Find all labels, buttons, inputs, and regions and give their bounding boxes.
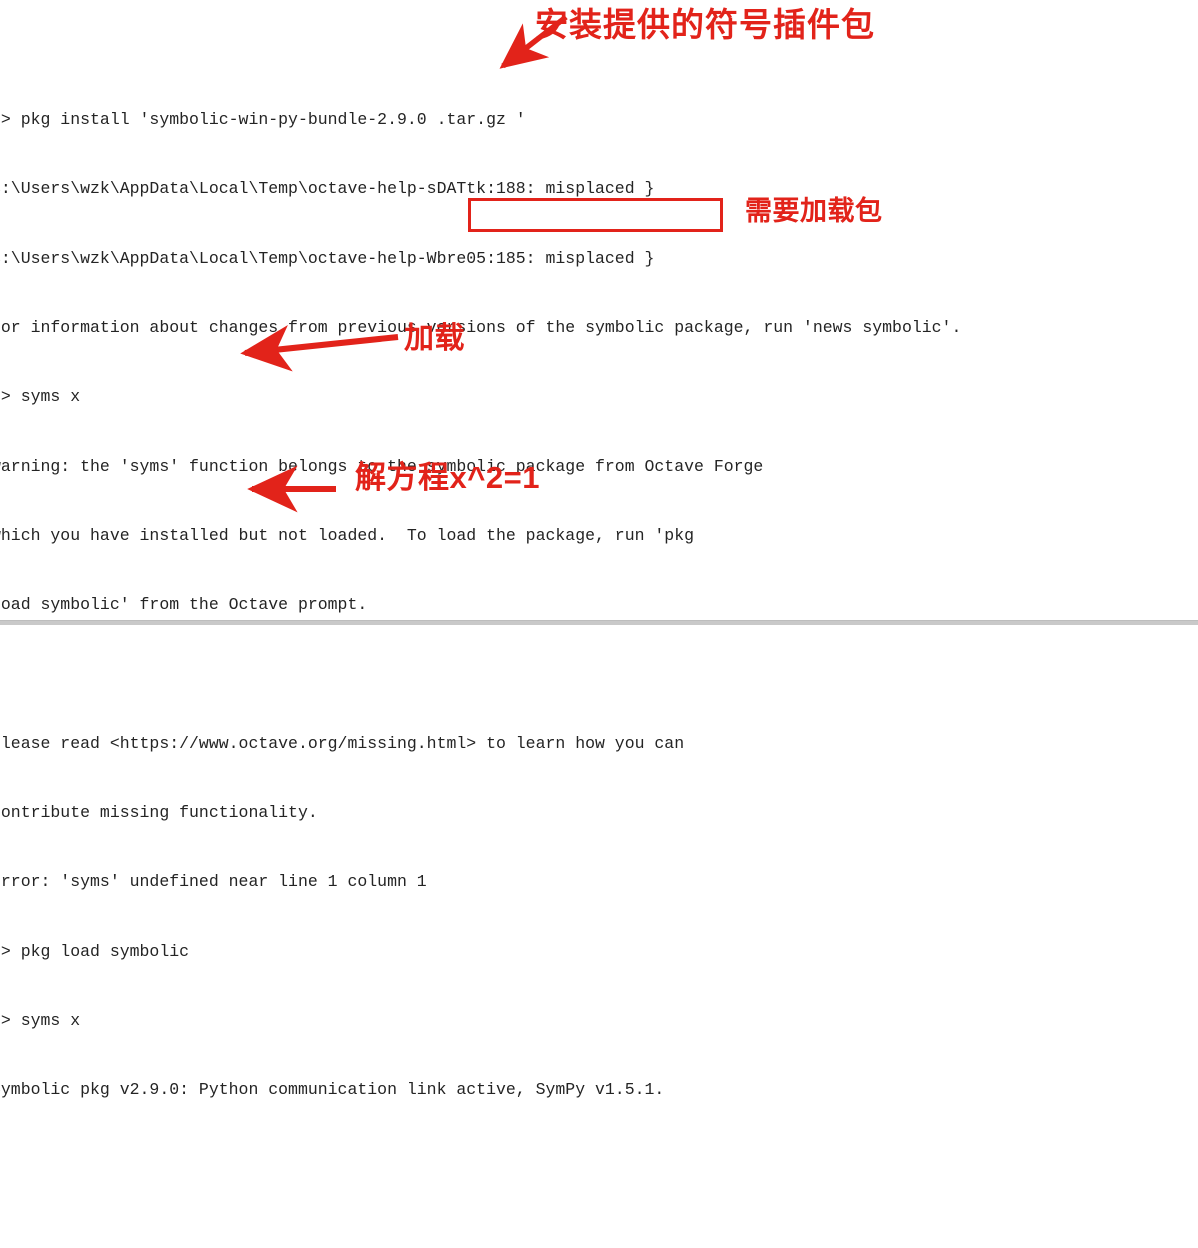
highlight-box-load-package [468, 198, 723, 232]
annotation-install-package: 安装提供的符号插件包 [535, 6, 875, 43]
console-line: contribute missing functionality. [0, 803, 318, 822]
octave-command-window[interactable]: >> pkg install 'symbolic-win-py-bundle-2… [0, 0, 1198, 1099]
console-output[interactable]: >> pkg install 'symbolic-win-py-bundle-2… [0, 62, 1198, 1248]
console-line: For information about changes from previ… [0, 318, 962, 338]
annotation-need-load-package: 需要加载包 [745, 196, 883, 226]
window-bottom-separator [0, 620, 1198, 625]
console-line: >> syms x [0, 387, 81, 407]
console-line: >> syms x [0, 1010, 81, 1030]
console-line: error: 'syms' undefined near line 1 colu… [0, 872, 427, 892]
console-line: >> pkg install 'symbolic-win-py-bundle-2… [0, 110, 526, 130]
console-line: Symbolic pkg v2.9.0: Python communicatio… [0, 1080, 665, 1100]
console-line: >> pkg load symbolic [0, 941, 190, 961]
console-line: load symbolic' from the Octave prompt. [0, 595, 368, 615]
console-line: C:\Users\wzk\AppData\Local\Temp\octave-h… [0, 248, 655, 268]
annotation-solve-equation: 解方程x^2=1 [355, 460, 540, 495]
annotation-load: 加载 [404, 322, 465, 355]
console-line: Please read <https://www.octave.org/miss… [0, 733, 685, 753]
console-line: warning: the 'syms' function belongs to … [0, 456, 764, 476]
console-line: which you have installed but not loaded.… [0, 525, 695, 545]
